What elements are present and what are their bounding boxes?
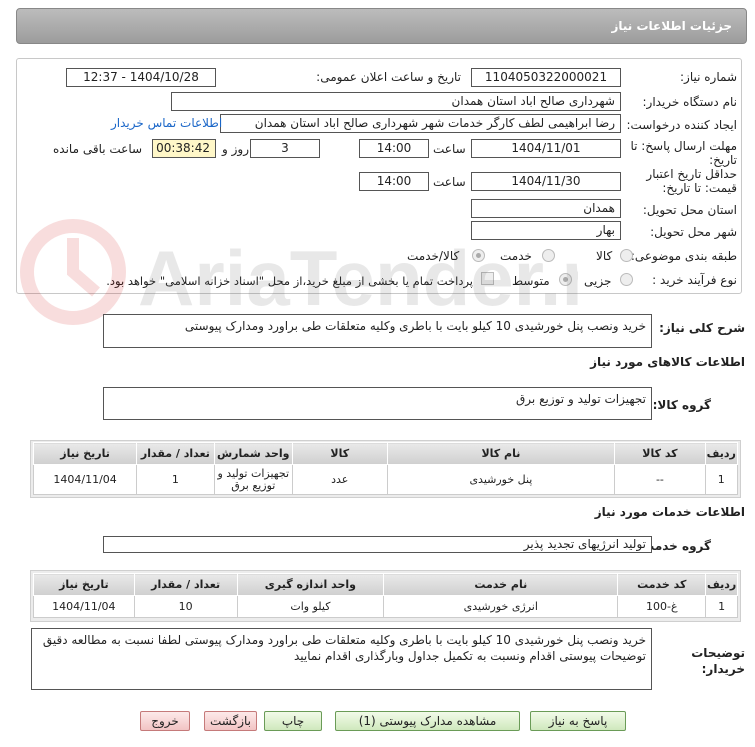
goods-col-code: کد کالا	[614, 442, 706, 465]
goods-col-name: نام کالا	[386, 442, 616, 465]
services-col-row: ردیف	[705, 573, 738, 596]
buyer-org-field: شهرداری صالح اباد استان همدان	[171, 92, 621, 111]
services-group-field: تولید انرژیهای تجدید پذیر	[103, 536, 652, 553]
category-both-radio[interactable]	[472, 249, 485, 262]
remaining-label: ساعت باقی مانده	[53, 142, 143, 156]
services-cell-unit: کیلو وات	[236, 595, 385, 618]
creator-label: ایجاد کننده درخواست:	[626, 118, 737, 132]
treasury-payment-note: پرداخت تمام یا بخشی از مبلغ خرید،از محل …	[106, 274, 473, 288]
province-label: استان محل تحویل:	[642, 203, 737, 217]
buyer-org-label: نام دستگاه خریدار:	[642, 95, 738, 109]
services-table: ردیف کد خدمت نام خدمت واحد اندازه گیری ت…	[33, 573, 738, 618]
summary-label: شرح کلی نیاز:	[659, 321, 745, 335]
process-minor-radio[interactable]	[620, 273, 633, 286]
province-field: همدان	[471, 199, 621, 218]
category-goods-radio[interactable]	[620, 249, 633, 262]
goods-cell-date: 1404/11/04	[32, 464, 138, 495]
city-label: شهر محل تحویل:	[650, 225, 737, 239]
goods-cell-row: 1	[704, 464, 739, 495]
process-label: نوع فرآیند خرید :	[652, 273, 737, 287]
goods-cell-unit: عدد	[291, 464, 388, 495]
services-col-unit: واحد اندازه گیری	[236, 573, 385, 596]
category-both-label: کالا/خدمت	[407, 249, 460, 263]
goods-cell-qty: 1	[136, 464, 215, 495]
remaining-time-field: 00:38:42	[152, 139, 216, 158]
process-medium-radio[interactable]	[559, 273, 572, 286]
days-field: 3	[250, 139, 320, 158]
validity-time-label: ساعت	[433, 175, 466, 189]
validity-date-field: 1404/11/30	[471, 172, 621, 191]
process-minor-label: جزیی	[584, 274, 612, 288]
exit-button[interactable]: خروج	[140, 711, 190, 731]
process-medium-label: متوسط	[512, 274, 550, 288]
deadline-label: مهلت ارسال پاسخ: تا	[630, 139, 737, 153]
goods-table: ردیف کد کالا نام کالا کالا واحد شمارش تع…	[32, 442, 739, 495]
buyer-notes-label-2: خریدار:	[701, 662, 745, 676]
services-cell-row: 1	[705, 595, 738, 618]
city-field: بهار	[471, 221, 621, 240]
table-row: 1 -- پنل خورشیدی عدد تجهیزات تولید و توز…	[32, 464, 739, 495]
treasury-payment-checkbox[interactable]	[481, 272, 494, 285]
print-button[interactable]: چاپ	[264, 711, 322, 731]
services-cell-code: غ-100	[617, 595, 707, 618]
goods-group-field: تجهیزات تولید و توزیع برق	[103, 387, 652, 420]
goods-cell-name: پنل خورشیدی	[386, 464, 616, 495]
category-service-label: خدمت	[500, 249, 532, 263]
services-col-name: نام خدمت	[383, 573, 619, 596]
services-section-title: اطلاعات خدمات مورد نیاز	[594, 505, 745, 519]
services-col-qty: تعداد / مقدار	[133, 573, 238, 596]
creator-field: رضا ابراهیمی لطف کارگر خدمات شهر شهرداری…	[220, 114, 621, 133]
page-header: جزئیات اطلاعات نیاز	[16, 8, 747, 44]
goods-cell-group: تجهیزات تولید و توزیع برق	[213, 464, 293, 495]
goods-col-unit: کالا	[291, 442, 388, 465]
goods-col-row: ردیف	[704, 442, 739, 465]
contact-buyer-link[interactable]: اطلاعات تماس خریدار	[111, 116, 222, 130]
services-col-code: کد خدمت	[617, 573, 707, 596]
table-row: 1 غ-100 انرژی خورشیدی کیلو وات 10 1404/1…	[33, 595, 738, 618]
deadline-date-field: 1404/11/01	[471, 139, 621, 158]
back-button[interactable]: بازگشت	[204, 711, 257, 731]
validity-label: حداقل تاریخ اعتبار	[646, 167, 737, 181]
goods-col-qty: تعداد / مقدار	[136, 442, 215, 465]
category-label: طبقه بندی موضوعی:	[630, 249, 737, 263]
services-cell-date: 1404/11/04	[33, 595, 135, 618]
goods-group-label: گروه کالا:	[652, 398, 711, 412]
goods-section-title: اطلاعات کالاهای مورد نیاز	[590, 355, 745, 369]
goods-col-date: تاریخ نیاز	[32, 442, 138, 465]
announce-field: 1404/10/28 - 12:37	[66, 68, 216, 87]
category-goods-label: کالا	[596, 249, 613, 263]
category-service-radio[interactable]	[542, 249, 555, 262]
page-title: جزئیات اطلاعات نیاز	[611, 19, 732, 33]
services-col-date: تاریخ نیاز	[33, 573, 135, 596]
reply-button[interactable]: پاسخ به نیاز	[530, 711, 626, 731]
deadline-time-label: ساعت	[433, 142, 466, 156]
buyer-notes-label: توضیحات	[691, 646, 745, 660]
validity-time-field: 14:00	[359, 172, 429, 191]
need-number-field: 1104050322000021	[471, 68, 621, 87]
summary-textarea: خرید ونصب پنل خورشیدی 10 کیلو بایت با با…	[103, 314, 652, 348]
need-number-label: شماره نیاز:	[680, 70, 737, 84]
goods-col-unit-2: واحد شمارش	[213, 442, 293, 465]
buyer-notes-textarea: خرید ونصب پنل خورشیدی 10 کیلو بایت با با…	[31, 628, 652, 690]
view-attachments-button[interactable]: مشاهده مدارک پیوستی (1)	[335, 711, 520, 731]
services-cell-name: انرژی خورشیدی	[383, 595, 619, 618]
validity-label-2: قیمت: تا تاریخ:	[662, 181, 737, 195]
services-cell-qty: 10	[133, 595, 238, 618]
deadline-label-2: تاریخ:	[709, 153, 737, 167]
announce-label: تاریخ و ساعت اعلان عمومی:	[316, 70, 461, 84]
deadline-time-field: 14:00	[359, 139, 429, 158]
goods-cell-code: --	[614, 464, 706, 495]
days-label: روز و	[222, 142, 249, 156]
